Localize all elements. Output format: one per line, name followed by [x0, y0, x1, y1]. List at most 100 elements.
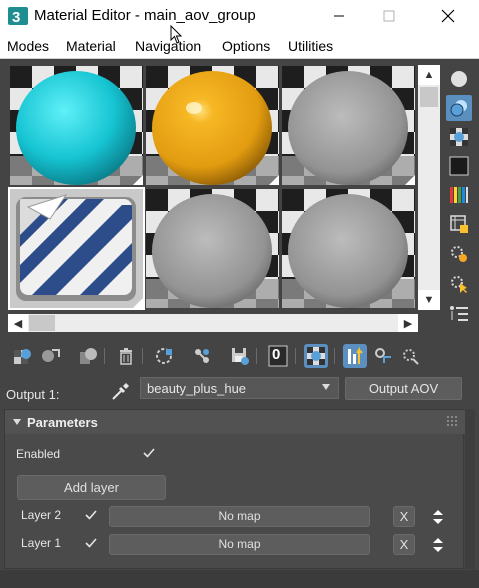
- material-id-channel-button[interactable]: 0: [266, 344, 290, 368]
- layer-checkbox[interactable]: [85, 537, 97, 549]
- checkmark-icon: [143, 448, 155, 458]
- output-label: Output 1:: [6, 387, 60, 402]
- video-color-check-icon: [450, 187, 468, 203]
- layer-label: Layer 1: [21, 536, 62, 550]
- menu-navigation[interactable]: Navigation: [135, 38, 201, 54]
- eyedropper-icon[interactable]: [110, 380, 132, 402]
- video-color-check-button[interactable]: [446, 182, 472, 208]
- make-unique-button[interactable]: [152, 344, 176, 368]
- scroll-right-button[interactable]: ▶: [398, 314, 418, 332]
- move-up-down-icon[interactable]: [432, 537, 444, 553]
- go-to-parent-button[interactable]: [371, 344, 395, 368]
- toolbar-divider: [334, 348, 335, 364]
- assign-to-selection-icon: [80, 348, 97, 364]
- put-to-library-button[interactable]: [190, 344, 214, 368]
- show-end-result-button[interactable]: [343, 344, 367, 368]
- save-button[interactable]: [228, 344, 252, 368]
- close-button[interactable]: [425, 0, 471, 31]
- make-preview-icon: [450, 215, 468, 233]
- put-to-library-icon: [195, 349, 209, 363]
- select-by-material-icon: [451, 276, 467, 293]
- background-button[interactable]: [446, 124, 472, 150]
- material-slot-2[interactable]: [146, 66, 279, 185]
- material-slot-4[interactable]: [8, 187, 145, 310]
- material-map-navigator-icon: [450, 306, 468, 321]
- material-slot-6[interactable]: [282, 189, 415, 308]
- show-end-result-icon: [348, 346, 363, 364]
- layer-label: Layer 2: [21, 508, 62, 522]
- backlight-button[interactable]: [446, 95, 472, 121]
- backlight-icon: [450, 100, 467, 117]
- put-to-scene-button[interactable]: [38, 344, 62, 368]
- scroll-thumb[interactable]: [420, 87, 438, 107]
- hot-material-corner: [133, 298, 143, 308]
- get-material-button[interactable]: [10, 344, 34, 368]
- sample-type-button[interactable]: [446, 66, 472, 92]
- enabled-checkbox[interactable]: [143, 447, 155, 459]
- background-checker-icon: [450, 128, 468, 146]
- material-map-navigator-button[interactable]: [446, 301, 472, 327]
- material-slot-3[interactable]: [282, 66, 415, 185]
- sample-uv-tiling-icon: [449, 156, 469, 176]
- scroll-left-button[interactable]: ◀: [8, 314, 28, 332]
- toolbar-divider: [142, 348, 143, 364]
- minimize-icon: [334, 15, 344, 16]
- layer-clear-button[interactable]: X: [393, 506, 415, 527]
- hot-material-corner: [269, 175, 279, 185]
- slots-horizontal-scrollbar[interactable]: ◀ ▶: [8, 314, 418, 332]
- delete-icon: [120, 348, 132, 365]
- scroll-thumb[interactable]: [29, 315, 55, 331]
- add-layer-button[interactable]: Add layer: [17, 475, 166, 500]
- parameters-rollout-header[interactable]: Parameters: [5, 410, 465, 434]
- menu-bar: Modes Material Navigation Options Utilit…: [0, 33, 479, 59]
- go-forward-to-sibling-button[interactable]: [398, 344, 422, 368]
- make-preview-button[interactable]: [446, 211, 472, 237]
- sample-uv-tiling-button[interactable]: [446, 153, 472, 179]
- checkmark-icon: [85, 538, 97, 548]
- title-bar: 3 Material Editor - main_aov_group: [0, 0, 479, 33]
- material-id-value: 0: [272, 346, 281, 363]
- scroll-down-button[interactable]: ▼: [418, 290, 440, 310]
- material-slot-1[interactable]: [10, 66, 143, 185]
- menu-utilities[interactable]: Utilities: [288, 38, 333, 54]
- go-forward-to-sibling-icon: [403, 349, 419, 365]
- material-toolbar: 0: [0, 342, 479, 372]
- parameters-scrollbar[interactable]: [465, 409, 475, 569]
- layer-clear-button[interactable]: X: [393, 534, 415, 555]
- material-slot-5[interactable]: [146, 189, 279, 308]
- output-aov-button[interactable]: Output AOV: [345, 377, 462, 400]
- 3ds-max-icon: 3: [8, 7, 28, 25]
- output-selected-value: beauty_plus_hue: [147, 381, 247, 396]
- slots-vertical-scrollbar[interactable]: ▲ ▼: [418, 65, 440, 310]
- select-by-material-button[interactable]: [446, 271, 472, 297]
- assign-to-selection-button[interactable]: [76, 344, 100, 368]
- toolbar-divider: [295, 348, 296, 364]
- hot-material-corner: [133, 175, 143, 185]
- parameters-title: Parameters: [27, 415, 98, 430]
- output-dropdown[interactable]: beauty_plus_hue: [140, 377, 339, 399]
- close-icon: [441, 9, 455, 22]
- menu-material[interactable]: Material: [66, 38, 116, 54]
- hot-material-corner: [405, 175, 415, 185]
- chevron-left-icon: ◀: [13, 317, 23, 330]
- get-material-icon: [14, 349, 31, 364]
- decal-preview: [10, 189, 143, 308]
- sphere-preview: [282, 66, 415, 185]
- options-icon: [451, 246, 467, 262]
- show-shaded-button[interactable]: [304, 344, 328, 368]
- chevron-down-icon: ▼: [423, 294, 435, 306]
- menu-options[interactable]: Options: [222, 38, 270, 54]
- move-up-down-icon[interactable]: [432, 509, 444, 525]
- delete-button[interactable]: [114, 344, 138, 368]
- layer-map-button[interactable]: No map: [109, 534, 370, 555]
- maximize-button[interactable]: [366, 0, 412, 31]
- layer-checkbox[interactable]: [85, 509, 97, 521]
- scroll-up-button[interactable]: ▲: [418, 65, 440, 85]
- layer-map-button[interactable]: No map: [109, 506, 370, 527]
- options-button[interactable]: [446, 241, 472, 267]
- sphere-preview: [146, 189, 279, 308]
- window-title: Material Editor - main_aov_group: [34, 7, 256, 24]
- minimize-button[interactable]: [316, 0, 362, 31]
- menu-modes[interactable]: Modes: [7, 38, 49, 54]
- make-unique-icon: [156, 348, 172, 364]
